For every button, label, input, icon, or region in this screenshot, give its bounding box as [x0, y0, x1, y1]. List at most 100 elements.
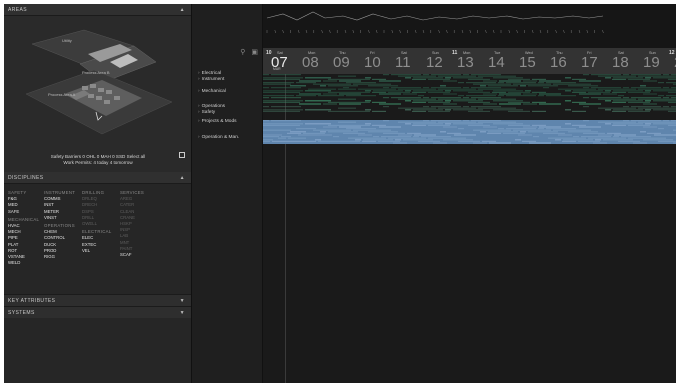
- work-order-bar: [613, 123, 643, 125]
- work-order-bar: [388, 137, 426, 139]
- calendar-icon[interactable]: ▣: [251, 49, 258, 56]
- work-order-bar: [658, 82, 664, 84]
- date-cell[interactable]: 11 Mon 13: [451, 48, 482, 74]
- disciplines-header[interactable]: DISCIPLINES ▲: [4, 172, 191, 184]
- work-order-bar: [562, 140, 576, 142]
- work-order-bar: [565, 100, 571, 102]
- disc-item[interactable]: VEL: [82, 248, 112, 254]
- date-cell[interactable]: Thu 09: [327, 48, 358, 74]
- work-order-bar: [553, 83, 591, 85]
- row-group-operation-man[interactable]: › Operation & Man.: [198, 135, 239, 141]
- work-order-bar: [623, 97, 629, 99]
- date-cell[interactable]: Sun 12: [420, 48, 451, 74]
- work-order-bar: [638, 107, 676, 109]
- work-order-bar: [478, 98, 516, 100]
- work-order-bar: [413, 100, 443, 102]
- work-order-bar: [605, 109, 611, 111]
- work-order-bar: [528, 131, 558, 133]
- work-order-bar: [418, 140, 440, 142]
- work-order-bar: [263, 77, 303, 79]
- work-order-bar: [413, 136, 419, 138]
- date-cell[interactable]: Fri 17: [575, 48, 606, 74]
- work-order-bar: [668, 78, 676, 80]
- work-order-bar: [483, 126, 497, 128]
- date-cell[interactable]: 10 Sat 07 MAR: [265, 48, 296, 74]
- key-attributes-header[interactable]: KEY ATTRIBUTES ▼: [4, 294, 191, 306]
- work-order-bar: [271, 120, 301, 122]
- work-order-bar: [346, 128, 376, 130]
- row-group-electrical-instrument[interactable]: › Electrical › Instrument: [198, 71, 224, 82]
- gantt-bars: [263, 74, 676, 144]
- work-order-bar: [513, 129, 551, 131]
- work-order-bar: [603, 93, 617, 95]
- date-cell[interactable]: 12Mon2: [668, 48, 676, 74]
- work-order-bar: [498, 128, 504, 130]
- disc-item[interactable]: WELD: [8, 260, 39, 266]
- work-order-bar: [483, 93, 497, 95]
- row-group-mechanical[interactable]: › Mechanical: [198, 89, 226, 95]
- work-order-bar: [320, 85, 326, 87]
- map-label-process-b: Process Area B: [82, 70, 110, 75]
- row-group-projects-mods[interactable]: › Projects & Mods: [198, 119, 237, 125]
- work-order-bar: [493, 77, 523, 79]
- work-order-bar: [523, 103, 537, 105]
- systems-title: SYSTEMS: [8, 310, 35, 316]
- work-order-bar: [378, 140, 400, 142]
- disc-item[interactable]: SAFE: [8, 209, 39, 215]
- chevron-down-icon[interactable]: ▼: [180, 307, 185, 319]
- work-order-bar: [568, 131, 598, 133]
- disciplines-panel: SAFETY F&G MED SAFE MECHANICAL HVAC MECH…: [4, 184, 191, 284]
- work-order-bar: [412, 110, 426, 112]
- work-order-bar: [658, 95, 664, 97]
- work-order-bar: [445, 77, 451, 79]
- activity-tick: [438, 29, 440, 34]
- work-order-bar: [379, 93, 401, 95]
- work-order-bar: [487, 132, 501, 134]
- work-order-bar: [603, 139, 633, 141]
- row-group-operations-safety[interactable]: › Operations › Safety: [198, 104, 225, 115]
- date-cell[interactable]: Sat 11: [389, 48, 420, 74]
- day-number: 17: [581, 54, 598, 71]
- day-number: 12: [426, 54, 443, 71]
- disc-item[interactable]: OWELL: [82, 221, 112, 227]
- work-order-bar: [463, 120, 469, 122]
- systems-header[interactable]: SYSTEMS ▼: [4, 306, 191, 318]
- work-order-bar: [520, 131, 526, 133]
- disc-item[interactable]: VINST: [44, 215, 75, 221]
- work-order-bar: [568, 85, 598, 87]
- work-order-bar: [480, 85, 486, 87]
- work-order-bar: [298, 134, 332, 136]
- date-cell[interactable]: Sat 18: [606, 48, 637, 74]
- date-cell[interactable]: Wed 15: [513, 48, 544, 74]
- expand-icon[interactable]: [179, 152, 185, 158]
- area-3d-map[interactable]: Utility Process Area B Process Area A: [24, 24, 174, 152]
- work-order-bar: [423, 87, 429, 89]
- activity-tick: [586, 29, 589, 34]
- work-order-bar: [605, 90, 611, 92]
- work-order-bar: [612, 91, 626, 93]
- disc-item[interactable]: SCAF: [120, 252, 144, 258]
- chevron-up-icon[interactable]: ▲: [180, 4, 185, 16]
- work-order-bar: [488, 131, 518, 133]
- zoom-icon[interactable]: ⚲: [240, 49, 245, 56]
- work-order-bar: [303, 132, 325, 134]
- work-order-bar: [523, 126, 537, 128]
- work-order-bar: [532, 124, 546, 126]
- areas-caption: Safety Barriers 0 OHL 0 MAH 0 SSD Select…: [4, 154, 192, 166]
- work-order-bar: [658, 140, 676, 142]
- work-order-bar: [508, 110, 530, 112]
- work-order-bar: [643, 126, 657, 128]
- work-order-bar: [508, 101, 530, 103]
- work-order-bar: [263, 74, 269, 76]
- areas-header[interactable]: AREAS ▲: [4, 4, 191, 16]
- work-order-bar: [263, 123, 303, 125]
- disc-item[interactable]: RIGG: [44, 254, 75, 260]
- date-cell[interactable]: Sun 19: [637, 48, 668, 74]
- date-cell[interactable]: Fri 10: [358, 48, 389, 74]
- date-cell[interactable]: Tue 14: [482, 48, 513, 74]
- date-cell[interactable]: Mon 08: [296, 48, 327, 74]
- work-order-bar: [631, 106, 661, 108]
- chevron-up-icon[interactable]: ▲: [180, 172, 185, 184]
- date-cell[interactable]: Thu 16: [544, 48, 575, 74]
- work-order-bar: [381, 136, 411, 138]
